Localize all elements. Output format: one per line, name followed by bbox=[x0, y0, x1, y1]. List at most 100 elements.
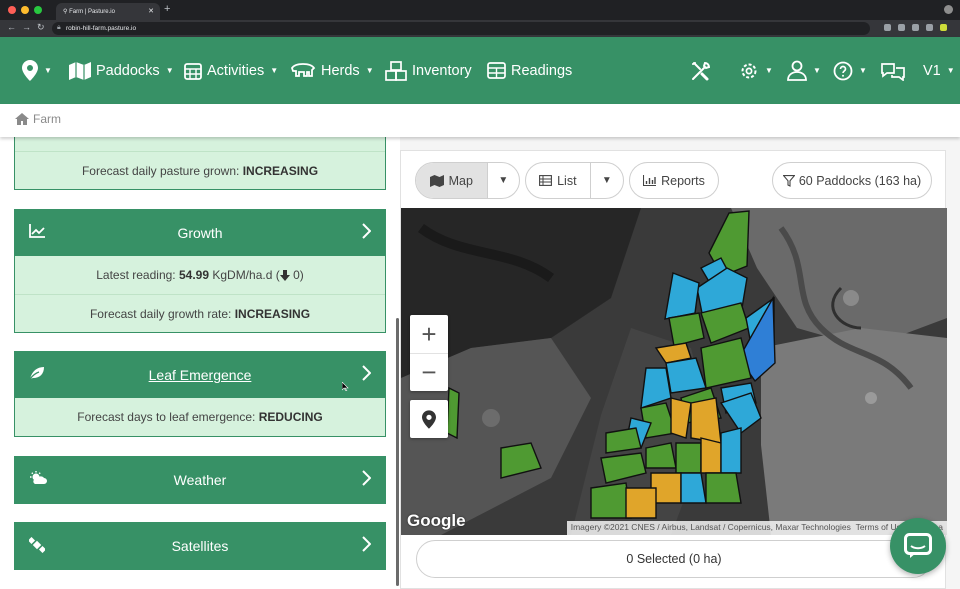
boxes-icon bbox=[385, 60, 407, 81]
list-view-button[interactable]: List bbox=[526, 163, 590, 198]
growth-forecast-value: INCREASING bbox=[234, 306, 311, 321]
chevron-right-icon bbox=[362, 536, 371, 552]
reports-label: Reports bbox=[661, 173, 705, 188]
nav-activities-label: Activities bbox=[207, 62, 265, 79]
bar-chart-icon bbox=[643, 175, 657, 186]
chevron-down-icon: ▼ bbox=[270, 66, 279, 75]
star-icon[interactable] bbox=[912, 24, 919, 31]
version-menu[interactable]: V1 ▼ bbox=[923, 37, 955, 104]
map-attribution: Imagery ©2021 CNES / Airbus, Landsat / C… bbox=[566, 521, 947, 535]
growth-card-header[interactable]: Growth bbox=[15, 210, 385, 256]
list-view-label: List bbox=[557, 173, 577, 188]
chevron-down-icon: ▼ bbox=[765, 66, 773, 75]
leaf-forecast-value: REDUCING bbox=[258, 410, 323, 424]
weather-card-header[interactable]: Weather bbox=[15, 457, 385, 503]
nav-inventory[interactable]: Inventory bbox=[385, 37, 472, 104]
growth-card: Growth Latest reading: 54.99 KgDM/ha.d (… bbox=[14, 209, 386, 333]
growth-forecast-row: Forecast daily growth rate: INCREASING bbox=[15, 294, 385, 332]
key-icon[interactable] bbox=[884, 24, 891, 31]
chevron-down-icon: ▼ bbox=[44, 66, 52, 75]
leaf-icon bbox=[29, 367, 44, 380]
browser-tab-bar: ⚲ Farm | Pasture.io ✕ + bbox=[0, 0, 960, 20]
list-toggle: List ▼ bbox=[525, 162, 624, 199]
selection-summary-label: 0 Selected (0 ha) bbox=[626, 552, 722, 566]
minimize-window-button[interactable] bbox=[21, 6, 29, 14]
chevron-right-icon bbox=[362, 365, 371, 381]
zoom-icon[interactable] bbox=[898, 24, 905, 31]
view-toggle: Map ▼ bbox=[415, 162, 520, 199]
nav-activities[interactable]: Activities ▼ bbox=[184, 37, 278, 104]
arrow-down-icon bbox=[279, 269, 290, 281]
version-label: V1 bbox=[923, 62, 941, 79]
map-panel: Map ▼ List ▼ Reports 60 Paddocks (163 ha… bbox=[400, 150, 947, 589]
cow-icon bbox=[291, 62, 316, 77]
tab-close-icon[interactable]: ✕ bbox=[148, 7, 154, 15]
user-icon bbox=[787, 60, 807, 81]
gear-icon bbox=[741, 63, 757, 78]
growth-forecast-label: Forecast daily growth rate: bbox=[89, 306, 232, 321]
chevron-right-icon bbox=[362, 223, 371, 239]
new-tab-button[interactable]: + bbox=[164, 3, 170, 15]
leaf-card: Leaf Emergence Forecast days to leaf eme… bbox=[14, 351, 386, 437]
maximize-window-button[interactable] bbox=[34, 6, 42, 14]
chat-bubble-icon bbox=[904, 533, 932, 558]
satellites-card-header[interactable]: Satellites bbox=[15, 523, 385, 569]
my-location-button[interactable] bbox=[410, 400, 448, 438]
location-menu[interactable]: ▼ bbox=[22, 37, 52, 104]
tools-icon bbox=[692, 61, 711, 80]
leaf-card-header[interactable]: Leaf Emergence bbox=[15, 352, 385, 398]
paddock-map[interactable]: + − Google Imagery ©2021 CNES / Airbus, … bbox=[401, 208, 947, 535]
profile-icon[interactable] bbox=[940, 24, 947, 31]
question-circle-icon bbox=[833, 61, 853, 80]
calendar-icon bbox=[184, 62, 202, 80]
nav-herds[interactable]: Herds ▼ bbox=[290, 37, 374, 104]
browser-tab[interactable]: ⚲ Farm | Pasture.io ✕ bbox=[56, 3, 160, 20]
user-menu[interactable]: ▼ bbox=[787, 37, 821, 104]
comments-icon bbox=[881, 62, 905, 81]
map-zoom-controls: + − bbox=[410, 315, 448, 391]
map-view-button[interactable]: Map bbox=[416, 163, 487, 198]
breadcrumb-farm-label: Farm bbox=[33, 112, 61, 126]
mouse-cursor-icon bbox=[342, 382, 349, 391]
close-window-button[interactable] bbox=[8, 6, 16, 14]
back-icon[interactable]: ← bbox=[7, 22, 16, 32]
list-view-dropdown[interactable]: ▼ bbox=[589, 163, 623, 198]
zoom-in-button[interactable]: + bbox=[410, 315, 448, 353]
map-icon bbox=[69, 61, 91, 80]
nav-paddocks[interactable]: Paddocks ▼ bbox=[69, 37, 174, 104]
settings-menu[interactable]: ▼ bbox=[739, 37, 773, 104]
help-menu[interactable]: ▼ bbox=[833, 37, 867, 104]
minus-icon: − bbox=[421, 357, 437, 387]
browser-menu-icon[interactable] bbox=[944, 5, 953, 14]
chat-menu[interactable] bbox=[880, 37, 906, 104]
map-view-label: Map bbox=[448, 173, 473, 188]
breadcrumb-farm[interactable]: Farm bbox=[15, 112, 61, 126]
chat-widget-button[interactable] bbox=[890, 518, 946, 574]
forward-icon[interactable]: → bbox=[22, 22, 31, 32]
address-bar[interactable]: 🔒︎ robin-hill-farm.pasture.io bbox=[52, 22, 870, 35]
leaf-forecast-row: Forecast days to leaf emergence: REDUCIN… bbox=[15, 398, 385, 436]
metrics-panel: Forecast daily pasture grown: INCREASING… bbox=[0, 137, 400, 589]
left-panel-scrollbar[interactable] bbox=[396, 318, 399, 586]
browser-toolbar: ← → ↻ 🔒︎ robin-hill-farm.pasture.io bbox=[0, 20, 960, 37]
reports-button[interactable]: Reports bbox=[629, 162, 719, 199]
imagery-credit: Imagery ©2021 CNES / Airbus, Landsat / C… bbox=[570, 522, 851, 532]
weather-card: Weather bbox=[14, 456, 386, 504]
tools-menu[interactable] bbox=[690, 37, 712, 104]
zoom-out-button[interactable]: − bbox=[410, 353, 448, 391]
map-view-dropdown[interactable]: ▼ bbox=[486, 163, 519, 198]
paddock-filter-button[interactable]: 60 Paddocks (163 ha) bbox=[772, 162, 932, 199]
google-logo: Google bbox=[407, 511, 466, 530]
line-chart-icon bbox=[29, 224, 45, 238]
sun-cloud-icon bbox=[30, 471, 47, 484]
chevron-down-icon: ▼ bbox=[859, 66, 867, 75]
leaf-card-title[interactable]: Leaf Emergence bbox=[149, 367, 252, 383]
extensions-icon[interactable] bbox=[926, 24, 933, 31]
chevron-down-icon: ▼ bbox=[365, 66, 374, 75]
selection-summary[interactable]: 0 Selected (0 ha) bbox=[416, 540, 932, 578]
reload-icon[interactable]: ↻ bbox=[37, 22, 45, 33]
pasture-card-top bbox=[15, 137, 385, 151]
nav-readings[interactable]: Readings bbox=[487, 37, 572, 104]
nav-readings-label: Readings bbox=[511, 62, 573, 79]
satellites-card-title: Satellites bbox=[171, 538, 229, 554]
